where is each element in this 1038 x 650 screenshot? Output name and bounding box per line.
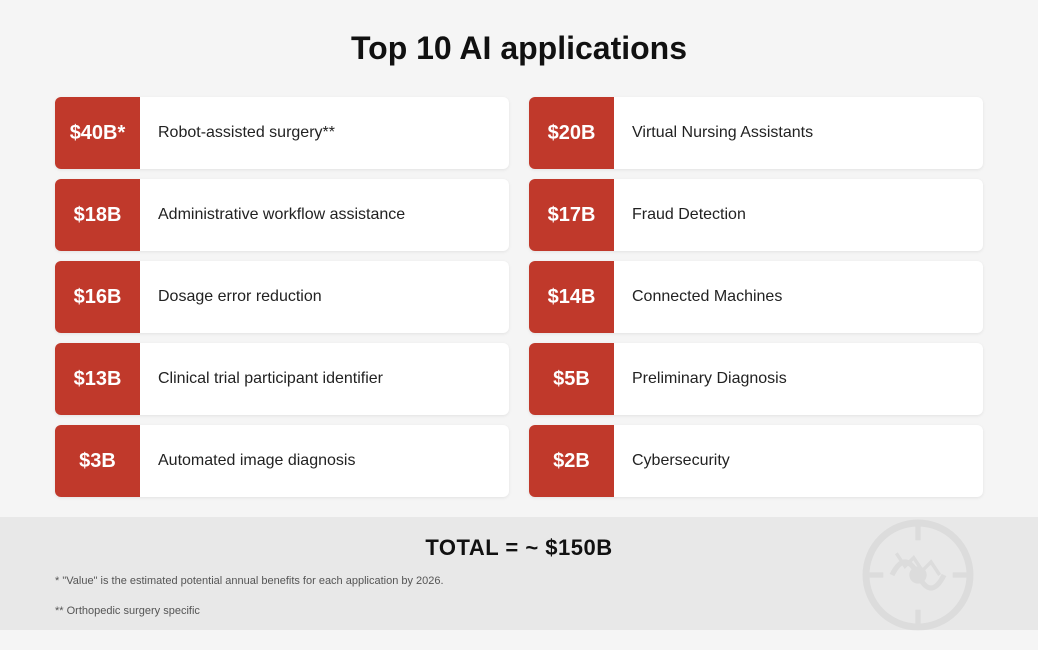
cards-section: $40B*Robot-assisted surgery** $18BAdminis… bbox=[0, 97, 1038, 497]
card-label: Automated image diagnosis bbox=[140, 451, 373, 472]
page-title: Top 10 AI applications bbox=[0, 0, 1038, 97]
card-badge: $5B bbox=[529, 343, 614, 415]
card: $2BCybersecurity bbox=[529, 425, 983, 497]
card-badge: $18B bbox=[55, 179, 140, 251]
background-icon bbox=[828, 510, 1008, 640]
card: $5BPreliminary Diagnosis bbox=[529, 343, 983, 415]
card-badge: $2B bbox=[529, 425, 614, 497]
card-label: Cybersecurity bbox=[614, 451, 748, 472]
card-label: Robot-assisted surgery** bbox=[140, 123, 353, 144]
card: $20BVirtual Nursing Assistants bbox=[529, 97, 983, 169]
right-column: $20BVirtual Nursing Assistants $17BFraud … bbox=[529, 97, 983, 497]
card-badge: $14B bbox=[529, 261, 614, 333]
footer-section: TOTAL = ~ $150B * "Value" is the estimat… bbox=[0, 517, 1038, 630]
card-label: Administrative workflow assistance bbox=[140, 205, 423, 226]
page-container: Top 10 AI applications $40B*Robot-assist… bbox=[0, 0, 1038, 650]
left-column: $40B*Robot-assisted surgery** $18BAdminis… bbox=[55, 97, 509, 497]
card-label: Dosage error reduction bbox=[140, 287, 340, 308]
card-badge: $40B* bbox=[55, 97, 140, 169]
card: $18BAdministrative workflow assistance bbox=[55, 179, 509, 251]
card-label: Connected Machines bbox=[614, 287, 800, 308]
card-badge: $16B bbox=[55, 261, 140, 333]
card-label: Preliminary Diagnosis bbox=[614, 369, 805, 390]
card-badge: $17B bbox=[529, 179, 614, 251]
card-badge: $3B bbox=[55, 425, 140, 497]
card: $17BFraud Detection bbox=[529, 179, 983, 251]
card-label: Virtual Nursing Assistants bbox=[614, 123, 831, 144]
card: $3BAutomated image diagnosis bbox=[55, 425, 509, 497]
card: $13BClinical trial participant identifie… bbox=[55, 343, 509, 415]
card-badge: $13B bbox=[55, 343, 140, 415]
card: $40B*Robot-assisted surgery** bbox=[55, 97, 509, 169]
card-badge: $20B bbox=[529, 97, 614, 169]
card: $16BDosage error reduction bbox=[55, 261, 509, 333]
card-label: Clinical trial participant identifier bbox=[140, 369, 401, 390]
card: $14BConnected Machines bbox=[529, 261, 983, 333]
card-label: Fraud Detection bbox=[614, 205, 764, 226]
